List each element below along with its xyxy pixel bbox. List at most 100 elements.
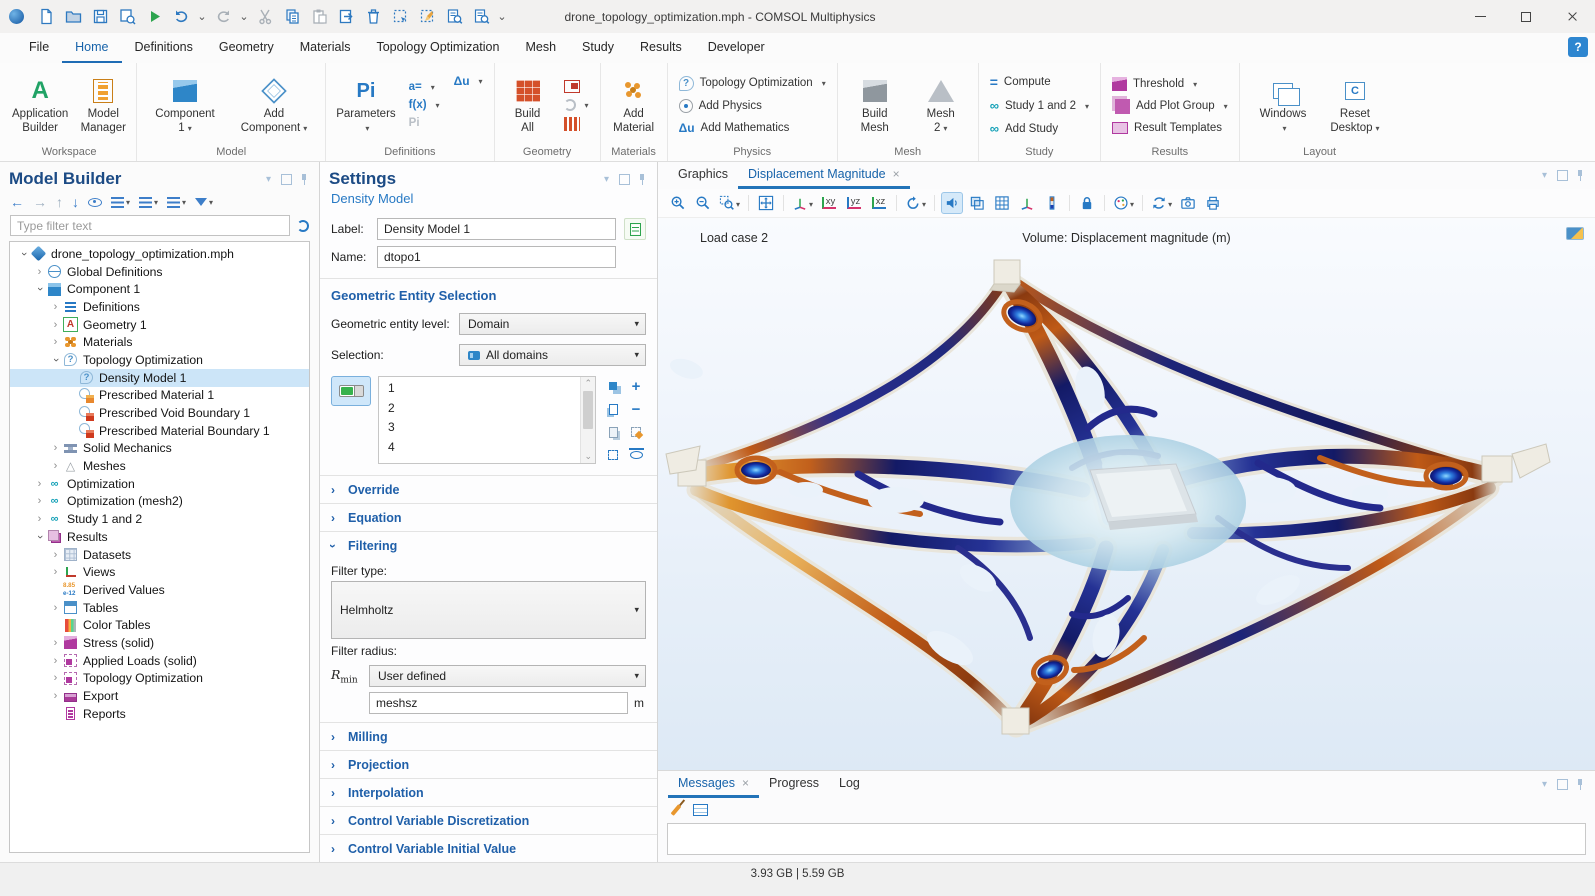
refresh-icon[interactable] [297, 220, 309, 232]
tab-graphics[interactable]: Graphics [668, 162, 738, 189]
float-panel-icon[interactable] [619, 174, 630, 185]
tree-item-views[interactable]: Views [10, 563, 309, 581]
expand-collapsed-icon[interactable] [48, 690, 63, 702]
tree-item-component-1[interactable]: Component 1 [10, 280, 309, 298]
threshold-button[interactable]: Threshold [1109, 76, 1231, 92]
windows-button[interactable]: Windows [1255, 73, 1312, 136]
close-tab-icon[interactable] [893, 167, 900, 181]
tab-progress[interactable]: Progress [759, 771, 829, 798]
tree-item-datasets[interactable]: Datasets [10, 546, 309, 564]
list-scrollbar[interactable] [580, 377, 595, 463]
expand-expanded-icon[interactable] [48, 354, 63, 366]
menu-mesh[interactable]: Mesh [512, 33, 569, 63]
tree-item-optimization[interactable]: Optimization [10, 475, 309, 493]
menu-topology-optimization[interactable]: Topology Optimization [363, 33, 512, 63]
entity-level-select[interactable]: Domain [459, 313, 646, 335]
label-field[interactable] [377, 218, 616, 240]
pin-panel-icon[interactable] [1575, 779, 1586, 790]
tree-item-density-model-1[interactable]: Density Model 1 [10, 369, 309, 387]
paste-button[interactable] [306, 4, 332, 30]
expand-collapsed-icon[interactable] [48, 672, 63, 684]
filter-radius-input[interactable] [369, 692, 628, 714]
expand-collapsed-icon[interactable] [32, 513, 47, 525]
run-button[interactable] [141, 4, 167, 30]
help-button[interactable]: ? [1568, 37, 1588, 57]
clear-selection-button[interactable] [626, 422, 646, 442]
view-xy-button[interactable]: xy [818, 192, 840, 214]
mesh-2-button[interactable]: Mesh 2 [913, 73, 969, 136]
pin-panel-icon[interactable] [299, 174, 310, 185]
lock-view-button[interactable] [1076, 192, 1098, 214]
move-down-button[interactable]: ↓ [72, 194, 79, 210]
go-to-view-button[interactable] [790, 192, 815, 214]
section-milling[interactable]: Milling [320, 722, 657, 750]
remove-from-selection-button[interactable]: − [626, 399, 646, 419]
expand-expanded-icon[interactable] [32, 283, 47, 295]
axes-button[interactable] [1016, 192, 1038, 214]
expand-collapsed-icon[interactable] [48, 549, 63, 561]
pin-panel-icon[interactable] [1575, 170, 1586, 181]
functions-button[interactable]: f(x) [406, 98, 443, 112]
tab-displacement-magnitude[interactable]: Displacement Magnitude [738, 162, 910, 189]
domain-item[interactable]: 1 [388, 379, 577, 399]
duplicate-button[interactable] [333, 4, 359, 30]
close-tab-icon[interactable] [742, 776, 749, 790]
maximize-button[interactable] [1503, 0, 1549, 33]
close-button[interactable] [1549, 0, 1595, 33]
copy-button[interactable] [279, 4, 305, 30]
color-theme-button[interactable] [1111, 192, 1136, 214]
expand-collapsed-icon[interactable] [32, 495, 47, 507]
tree-item-optimization-mesh2[interactable]: Optimization (mesh2) [10, 493, 309, 511]
section-equation[interactable]: Equation [320, 503, 657, 531]
tree-item-global-definitions[interactable]: Global Definitions [10, 263, 309, 281]
search-button[interactable] [468, 4, 494, 30]
expand-collapsed-icon[interactable] [48, 655, 63, 667]
parameter-case-button[interactable]: Pi [406, 116, 443, 130]
tree-item-geometry-1[interactable]: Geometry 1 [10, 316, 309, 334]
add-plot-group-button[interactable]: Add Plot Group [1109, 98, 1231, 115]
compute-button[interactable]: =Compute [987, 73, 1092, 91]
application-builder-button[interactable]: A Application Builder [7, 73, 73, 136]
expand-collapsed-icon[interactable] [48, 460, 63, 472]
filter-type-select[interactable]: Helmholtz [331, 581, 646, 639]
undo-dropdown-icon[interactable] [195, 10, 209, 23]
menu-materials[interactable]: Materials [287, 33, 364, 63]
zoom-extents-button[interactable] [755, 192, 777, 214]
parameters-button[interactable]: Pi Parameters [331, 73, 400, 136]
update-plot-button[interactable] [1149, 192, 1174, 214]
float-panel-icon[interactable] [1557, 779, 1568, 790]
expand-collapsed-icon[interactable] [48, 336, 63, 348]
menu-definitions[interactable]: Definitions [122, 33, 206, 63]
add-study-button[interactable]: ∞Add Study [987, 120, 1092, 137]
show-button[interactable] [88, 198, 102, 207]
section-override[interactable]: Override [320, 475, 657, 503]
tree-item-results[interactable]: Results [10, 528, 309, 546]
tree-item-reports[interactable]: Reports [10, 705, 309, 723]
tree-item-materials[interactable]: Materials [10, 333, 309, 351]
active-toggle-button[interactable] [331, 376, 371, 406]
add-component-button[interactable]: Add Component [236, 73, 312, 136]
save-to-button[interactable] [114, 4, 140, 30]
transparency-button[interactable] [966, 192, 988, 214]
expand-collapsed-icon[interactable] [48, 637, 63, 649]
forward-button[interactable]: → [33, 194, 47, 210]
create-selection-button[interactable] [603, 376, 623, 396]
undo-button[interactable] [168, 4, 194, 30]
topology-optimization-interface-button[interactable]: ?Topology Optimization [676, 75, 829, 92]
domain-selection-list[interactable]: 1234 [378, 376, 596, 464]
study-1-and-2-button[interactable]: ∞Study 1 and 2 [987, 97, 1092, 114]
zoom-out-button[interactable] [692, 192, 714, 214]
rotate-button[interactable] [903, 192, 928, 214]
add-mathematics-button[interactable]: ΔuAdd Mathematics [676, 120, 829, 136]
open-file-button[interactable] [60, 4, 86, 30]
add-material-button[interactable]: Add Material [606, 73, 662, 136]
tab-log[interactable]: Log [829, 771, 870, 798]
delete-button[interactable] [360, 4, 386, 30]
import-geometry-button[interactable] [561, 79, 592, 94]
copy-selection-button[interactable] [603, 399, 623, 419]
tree-item-topology-optimization[interactable]: Topology Optimization [10, 670, 309, 688]
virtual-operations-button[interactable] [561, 116, 592, 132]
image-snapshot-button[interactable] [1177, 192, 1199, 214]
view-xz-button[interactable]: xz [868, 192, 890, 214]
pin-panel-icon[interactable] [637, 174, 648, 185]
